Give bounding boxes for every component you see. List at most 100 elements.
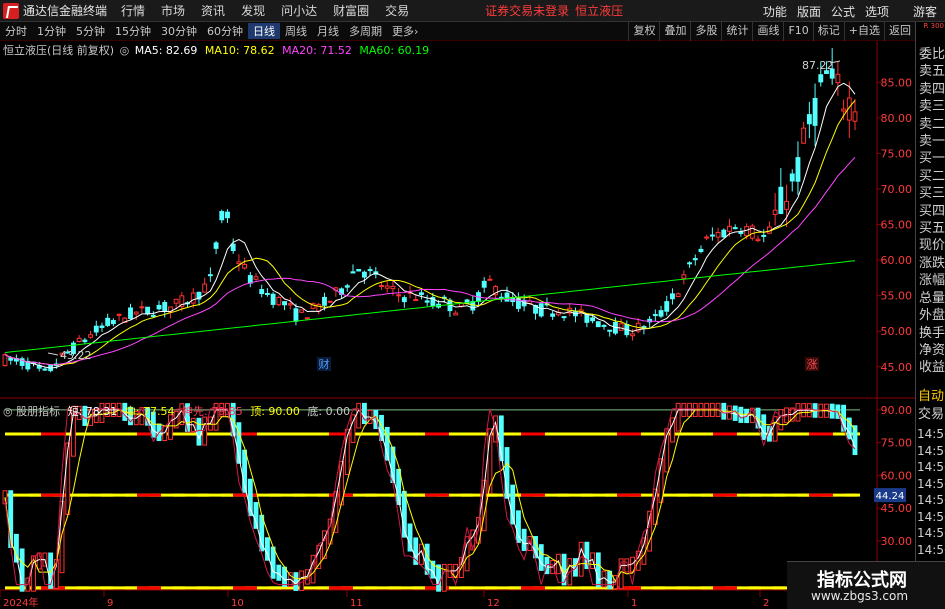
multi-stock-button[interactable]: 多股 <box>690 22 721 41</box>
candle-body <box>116 313 122 316</box>
indicator-name[interactable]: 股朋指标 <box>16 405 60 418</box>
site-watermark: 指标公式网 www.zbgs3.com <box>787 561 945 609</box>
draw-line-button[interactable]: 画线 <box>752 22 783 41</box>
trade-link[interactable]: 交易 <box>916 403 944 422</box>
indicator-short-line <box>4 408 856 586</box>
date-axis-label: 2024年 <box>3 596 38 609</box>
chart-canvas[interactable]: 85.00 80.00 75.00 70.00 65.00 60.00 55.00 50.00… <box>0 41 915 609</box>
period-tab-more[interactable]: 更多› <box>387 23 423 39</box>
period-tab-1min[interactable]: 1分钟 <box>32 23 71 39</box>
mark-button[interactable]: 标记 <box>812 22 844 41</box>
tick-time: 14:56 <box>917 460 945 474</box>
guest-label[interactable]: 游客 <box>913 3 937 20</box>
indicator-candle <box>675 402 681 432</box>
menu-wealth[interactable]: 财富圈 <box>333 2 369 19</box>
tick-time: 14:56 <box>917 526 945 540</box>
indicator-candle <box>436 564 441 592</box>
indicator-axis-label: 45.00 <box>881 502 913 515</box>
quote-item: 卖四 <box>919 81 945 97</box>
add-watchlist-button[interactable]: +自选 <box>843 22 884 41</box>
indicator-prophet: 神先: 79.85 <box>182 405 243 418</box>
price-axis-label: 70.00 <box>881 183 913 196</box>
period-tab-15min[interactable]: 15分钟 <box>110 23 156 39</box>
menu-news[interactable]: 资讯 <box>201 2 225 19</box>
period-bar: 分时 1分钟 5分钟 15分钟 30分钟 60分钟 日线 周线 月线 多周期 更… <box>0 22 915 41</box>
adjust-button[interactable]: 复权 <box>628 22 659 41</box>
menu-quotes[interactable]: 行情 <box>121 2 145 19</box>
tick-time: 14:56 <box>917 476 945 491</box>
candle-body <box>304 317 310 320</box>
candle-body <box>287 303 293 306</box>
candle-body <box>350 271 356 274</box>
overlay-button[interactable]: 叠加 <box>659 22 690 41</box>
menu-discover[interactable]: 发现 <box>241 2 265 19</box>
candle-body <box>105 317 111 326</box>
statistics-button[interactable]: 统计 <box>721 22 752 41</box>
period-tab-multi[interactable]: 多周期 <box>344 23 387 39</box>
login-warning[interactable]: 证券交易未登录 <box>485 2 569 19</box>
date-axis-label: 2 <box>763 598 769 609</box>
menu-market[interactable]: 市场 <box>161 2 185 19</box>
price-axis-label: 55.00 <box>881 290 913 303</box>
candle-body <box>715 231 721 238</box>
candle-body <box>801 127 807 144</box>
candle-body <box>190 292 196 304</box>
candle-body <box>681 274 687 279</box>
candle-body <box>145 306 151 315</box>
period-tab-daily[interactable]: 日线 <box>248 23 280 39</box>
candle-body <box>618 323 624 331</box>
menu-trade[interactable]: 交易 <box>385 2 409 19</box>
auto-toggle[interactable]: 自动 <box>916 385 944 404</box>
legend-ma20: MA20: 71.52 <box>282 44 352 57</box>
f10-button[interactable]: F10 <box>783 22 812 41</box>
back-button[interactable]: 返回 <box>884 22 915 41</box>
indicator-candle <box>772 416 778 442</box>
title-bar: 通达信金融终端 行情 市场 资讯 发现 问小达 财富圈 交易 证券交易未登录 恒… <box>0 0 945 22</box>
indicator-candle <box>253 502 259 529</box>
period-tab-monthly[interactable]: 月线 <box>312 23 344 39</box>
quote-item: 收益 <box>919 360 945 376</box>
candle-body <box>550 313 556 317</box>
candle-body <box>818 74 824 83</box>
period-tab-5min[interactable]: 5分钟 <box>71 23 110 39</box>
candle-body <box>247 275 253 284</box>
candle-body <box>538 303 544 317</box>
candle-body <box>692 258 698 261</box>
quote-item: 委比 <box>919 47 945 62</box>
indicator-candle <box>538 544 544 571</box>
period-tab-60min[interactable]: 60分钟 <box>202 23 248 39</box>
candle-body <box>778 186 784 214</box>
quote-item: 买四 <box>919 203 945 219</box>
period-tab-weekly[interactable]: 周线 <box>280 23 312 39</box>
candle-body <box>390 285 396 290</box>
menu-options[interactable]: 选项 <box>865 3 889 20</box>
date-axis-label: 1 <box>631 598 637 609</box>
candle-body <box>322 296 327 306</box>
period-tab-30min[interactable]: 30分钟 <box>156 23 202 39</box>
indicator-short: 短: 78.31 <box>67 405 118 418</box>
period-tab-intraday[interactable]: 分时 <box>0 23 32 39</box>
indicator-candle <box>202 416 208 446</box>
candle-body <box>424 300 430 303</box>
candle-body <box>413 299 419 302</box>
candle-body <box>852 111 858 122</box>
legend-toggle-icon[interactable]: ◎ <box>120 44 130 57</box>
menu-function[interactable]: 功能 <box>763 3 787 20</box>
current-stock-name: 恒立液压 <box>575 4 624 18</box>
indicator-candle <box>282 566 287 588</box>
candle-body <box>396 294 402 297</box>
menu-formula[interactable]: 公式 <box>831 3 855 20</box>
indicator-legend: ◎ 股朋指标 短: 78.31 中: 77.54 神先: 79.85 顶: 90… <box>3 403 350 419</box>
candle-body <box>658 310 664 317</box>
tick-time: 14:56 <box>917 509 945 524</box>
quote-item: 卖二 <box>919 116 945 132</box>
kline-chart-area[interactable]: 85.00 80.00 75.00 70.00 65.00 60.00 55.00 50.00… <box>0 41 915 609</box>
legend-toggle-icon[interactable]: ◎ <box>3 405 13 418</box>
low-price-annotation: 43.22 <box>60 349 92 362</box>
candle-body <box>207 274 213 277</box>
menu-ask[interactable]: 问小达 <box>281 2 317 19</box>
candle-body <box>419 292 424 295</box>
price-axis-label: 60.00 <box>881 254 913 267</box>
menu-layout[interactable]: 版面 <box>797 3 821 20</box>
rise-marker: 涨 <box>807 358 818 371</box>
